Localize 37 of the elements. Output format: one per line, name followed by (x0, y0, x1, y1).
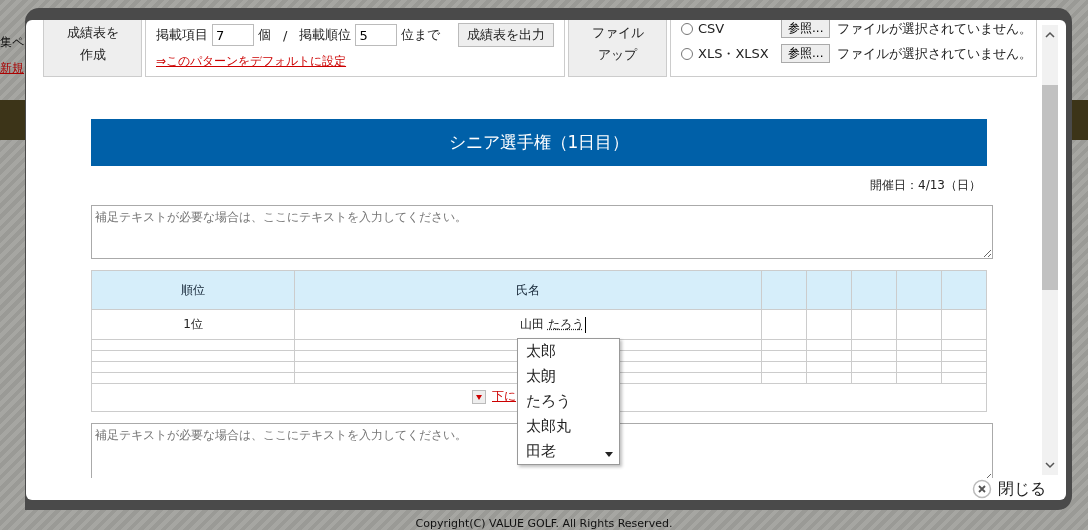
scroll-up-icon[interactable] (1045, 31, 1055, 39)
scrollbar[interactable] (1042, 25, 1058, 475)
browse-button[interactable]: 参照... (781, 44, 831, 63)
title-bar: シニア選手権（1日目） (91, 119, 987, 166)
close-button[interactable]: 閉じる (972, 478, 1046, 500)
create-table-button[interactable]: 成績表を 作成 (43, 20, 142, 77)
items-input[interactable]: 7 (212, 24, 254, 46)
file-status-text: ファイルが選択されていません。 (837, 20, 1033, 38)
radio-button[interactable] (681, 22, 693, 35)
separator-text: / (283, 27, 288, 43)
rank-label: 掲載順位 (299, 26, 352, 44)
rank-unit: 位まで (401, 26, 441, 44)
candidate-item[interactable]: 太郎 (518, 339, 620, 364)
file-upload-button[interactable]: ファイル アップ (568, 20, 667, 77)
rank-input[interactable]: 5 (355, 24, 398, 46)
items-unit: 個 (258, 26, 271, 44)
default-pattern-link[interactable]: ⇒このパターンをデフォルトに設定 (156, 53, 564, 70)
candidate-item[interactable]: 太朗 (518, 364, 620, 389)
format-label: XLS・XLSX (698, 44, 770, 63)
copyright-text: Copyright(C) VALUE GOLF. All Rights Reserved. (415, 517, 673, 530)
items-label: 掲載項目 (156, 26, 208, 44)
candidate-item[interactable]: 田老 (518, 439, 620, 464)
page-text: 集ペ (0, 34, 24, 51)
candidate-item[interactable]: たろう (518, 389, 620, 414)
file-status-text: ファイルが選択されていません。 (837, 44, 1033, 63)
column-header: 順位 (91, 270, 295, 310)
format-label: CSV (698, 21, 726, 36)
scroll-down-icon[interactable] (1045, 461, 1055, 469)
browse-button[interactable]: 参照... (781, 20, 831, 38)
column-header: 氏名 (294, 270, 762, 310)
export-button[interactable]: 成績表を出力 (458, 23, 555, 47)
table-cell: 1位 (91, 309, 295, 340)
name-input[interactable]: 山田 たろう (520, 317, 586, 331)
event-date: 開催日：4/13（日） (870, 177, 981, 194)
radio-button[interactable] (681, 47, 693, 60)
note-textarea[interactable]: 補足テキストが必要な場合は、ここにテキストを入力してください。 (91, 205, 993, 259)
add-row-link[interactable]: 下に (492, 388, 516, 406)
